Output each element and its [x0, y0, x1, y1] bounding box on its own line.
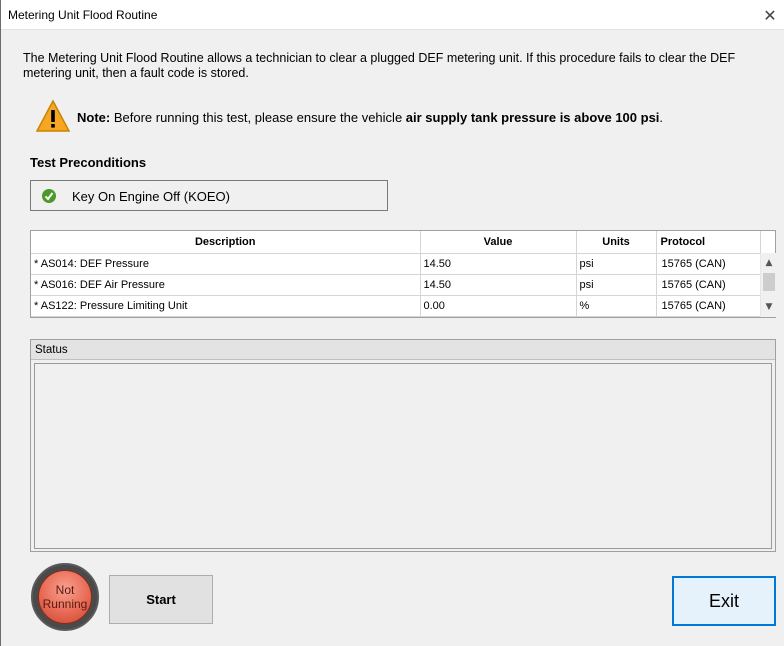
parameter-grid: Description Value Units Protocol * AS014…: [30, 230, 776, 318]
run-status-indicator: Not Running: [31, 563, 99, 631]
note-text: Note: Before running this test, please e…: [77, 110, 663, 125]
cell-protocol: 15765 (CAN): [656, 274, 761, 296]
column-header-description[interactable]: Description: [31, 231, 421, 254]
indicator-line2: Running: [42, 597, 88, 611]
window-title: Metering Unit Flood Routine: [8, 8, 158, 22]
run-status-light: Not Running: [38, 570, 92, 624]
cell-description: * AS122: Pressure Limiting Unit: [31, 295, 421, 317]
cell-value: 14.50: [420, 253, 577, 275]
cell-units: psi: [576, 274, 657, 296]
scroll-up-icon[interactable]: ▲: [761, 256, 777, 270]
grid-scrollbar[interactable]: ▲ ▼: [760, 253, 776, 317]
exit-button[interactable]: Exit: [672, 576, 776, 626]
note-text-before: Before running this test, please ensure …: [110, 110, 406, 125]
table-row[interactable]: * AS016: DEF Air Pressure 14.50 psi 1576…: [31, 274, 761, 296]
column-header-protocol[interactable]: Protocol: [656, 231, 761, 254]
preconditions-title: Test Preconditions: [30, 155, 147, 170]
scroll-thumb[interactable]: [763, 273, 775, 291]
note-label: Note:: [77, 110, 111, 125]
warning-icon: [35, 99, 71, 133]
cell-protocol: 15765 (CAN): [656, 295, 761, 317]
status-header: Status: [31, 340, 775, 360]
cell-value: 14.50: [420, 274, 577, 296]
close-icon[interactable]: ✕: [755, 0, 784, 30]
title-bar: Metering Unit Flood Routine ✕: [1, 0, 784, 30]
cell-units: %: [576, 295, 657, 317]
scroll-down-icon[interactable]: ▼: [761, 300, 777, 314]
precondition-label: Key On Engine Off (KOEO): [72, 189, 230, 204]
status-output: [34, 363, 772, 549]
indicator-line1: Not: [55, 583, 75, 597]
cell-protocol: 15765 (CAN): [656, 253, 761, 275]
precondition-item: Key On Engine Off (KOEO): [30, 180, 388, 211]
note-row: Note: Before running this test, please e…: [35, 99, 765, 139]
start-button[interactable]: Start: [109, 575, 213, 624]
cell-units: psi: [576, 253, 657, 275]
note-emphasis: air supply tank pressure is above 100 ps…: [405, 110, 660, 125]
table-row[interactable]: * AS014: DEF Pressure 14.50 psi 15765 (C…: [31, 253, 761, 275]
intro-text: The Metering Unit Flood Routine allows a…: [23, 51, 736, 80]
dialog-window: Metering Unit Flood Routine ✕ The Meteri…: [0, 0, 784, 646]
cell-description: * AS014: DEF Pressure: [31, 253, 421, 275]
cell-value: 0.00: [420, 295, 577, 317]
cell-description: * AS016: DEF Air Pressure: [31, 274, 421, 296]
note-text-after: .: [659, 110, 664, 125]
grid-header-row: Description Value Units Protocol: [31, 231, 761, 254]
table-row[interactable]: * AS122: Pressure Limiting Unit 0.00 % 1…: [31, 295, 761, 317]
status-panel: Status: [30, 339, 776, 552]
check-circle-icon: [42, 189, 56, 203]
column-header-units[interactable]: Units: [576, 231, 657, 254]
column-header-value[interactable]: Value: [420, 231, 577, 254]
